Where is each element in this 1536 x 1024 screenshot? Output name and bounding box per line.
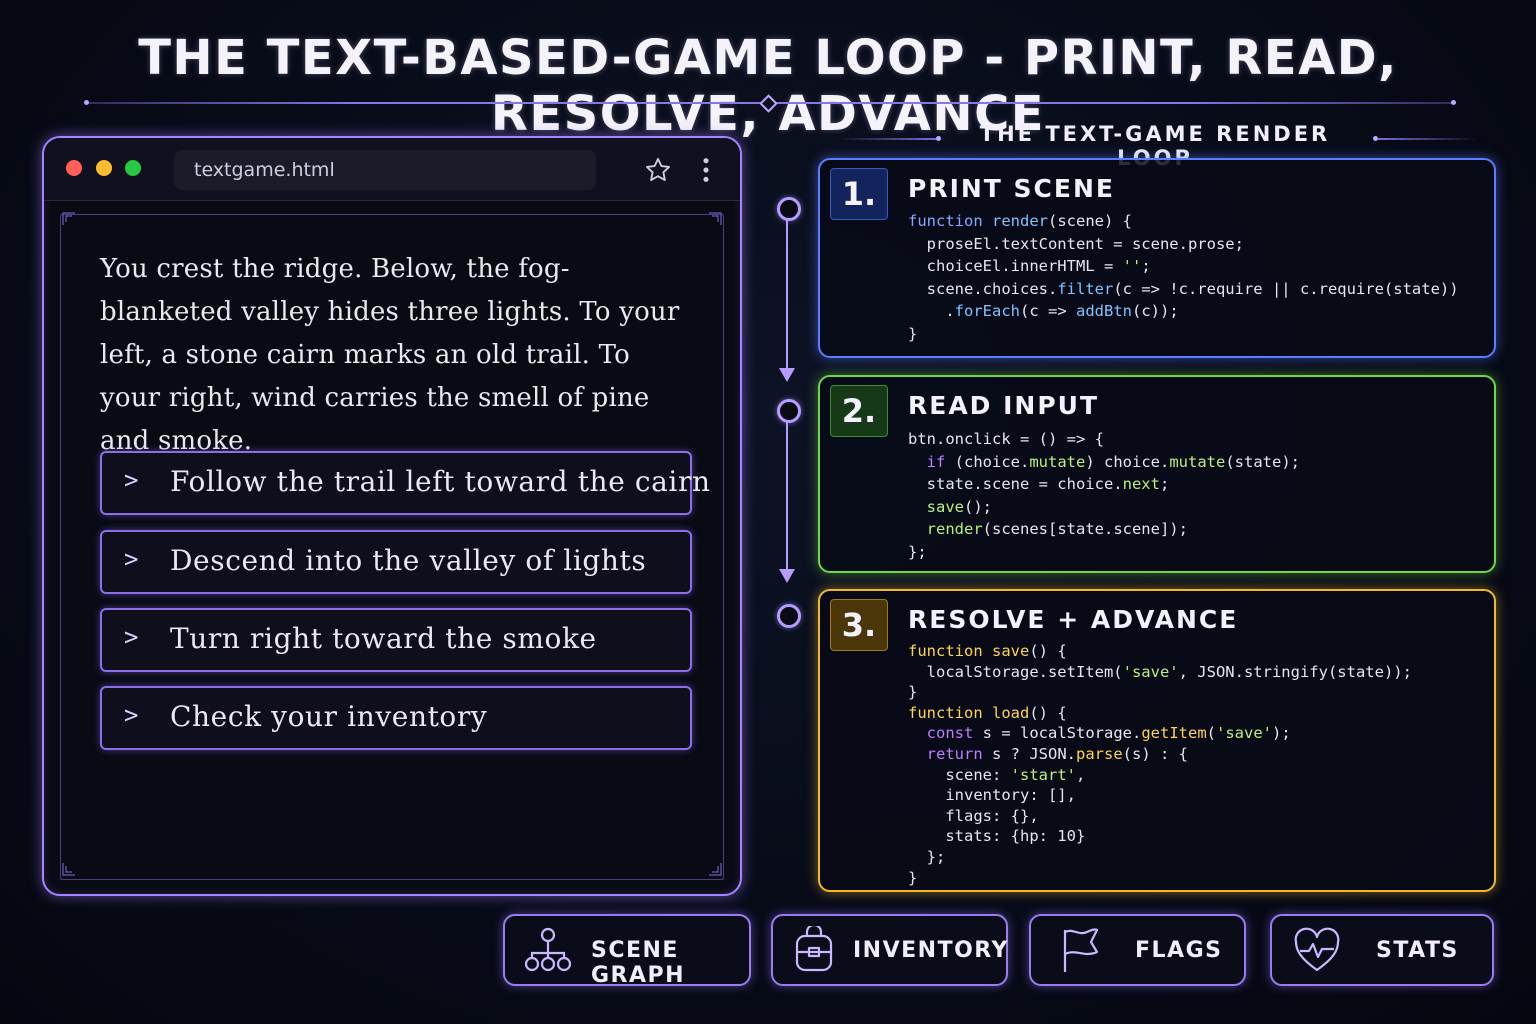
code-line: scene.choices.filter(c => !c.require || …	[908, 279, 1459, 298]
choice-caret-icon: >	[124, 623, 139, 651]
minimize-window-button[interactable]	[96, 160, 112, 176]
header-rule-right	[1378, 138, 1478, 140]
code-block: btn.onclick = () => { if (choice.mutate)…	[908, 428, 1300, 563]
choice-label: Turn right toward the smoke	[170, 622, 597, 655]
flags-button[interactable]: FLAGS	[1029, 914, 1246, 986]
choice-caret-icon: >	[124, 466, 139, 494]
backpack-icon	[795, 926, 833, 972]
code-line: }	[908, 324, 918, 343]
code-block: function render(scene) { proseEl.textCon…	[908, 210, 1459, 345]
code-line: };	[908, 847, 946, 866]
step-title: RESOLVE + ADVANCE	[908, 605, 1239, 634]
choice-caret-icon: >	[124, 545, 139, 573]
code-line: stats: {hp: 10}	[908, 827, 1086, 846]
timeline-node	[777, 399, 801, 423]
choice-button[interactable]: > Follow the trail left toward the cairn	[100, 451, 710, 515]
code-line: }	[908, 683, 918, 702]
choice-button[interactable]: > Turn right toward the smoke	[100, 608, 692, 672]
code-line: inventory: [],	[908, 786, 1076, 805]
choice-label: Follow the trail left toward the cairn	[170, 465, 711, 498]
code-line: return s ? JSON.parse(s) : {	[926, 744, 1188, 763]
flags-label: FLAGS	[1135, 938, 1223, 963]
code-line: choiceEl.innerHTML = '';	[908, 257, 1151, 275]
code-line: function load() {	[908, 703, 1067, 722]
divider-dot	[1451, 100, 1456, 105]
code-line: localStorage.setItem('save', JSON.string…	[908, 662, 1412, 681]
kebab-menu-icon[interactable]	[699, 156, 713, 184]
maximize-window-button[interactable]	[125, 160, 141, 176]
code-line: state.scene = choice.next;	[908, 475, 1170, 493]
close-window-button[interactable]	[66, 160, 82, 176]
code-line: function render(scene) {	[908, 212, 1132, 230]
code-line: };	[908, 542, 927, 561]
code-line: render(scenes[state.scene]);	[926, 520, 1188, 538]
choice-button[interactable]: > Check your inventory	[100, 686, 692, 750]
scene-graph-button[interactable]: SCENE GRAPH	[503, 914, 751, 988]
choice-caret-icon: >	[124, 701, 139, 729]
code-line: save();	[926, 497, 992, 516]
code-line: flags: {},	[908, 806, 1039, 825]
step-title: READ INPUT	[908, 391, 1100, 420]
inventory-label: INVENTORY	[853, 938, 1009, 963]
frame-corner-ornament	[62, 863, 75, 876]
stats-label: STATS	[1376, 938, 1459, 963]
step-title: PRINT SCENE	[908, 174, 1115, 203]
choice-label: Check your inventory	[170, 700, 488, 733]
frame-corner-ornament	[709, 863, 722, 876]
flag-icon	[1063, 928, 1099, 972]
code-line: .forEach(c => addBtn(c));	[908, 302, 1179, 320]
code-line: btn.onclick = () => {	[908, 430, 1104, 448]
step-number-badge: 1.	[830, 168, 888, 220]
timeline-node	[777, 604, 801, 628]
code-line: const s = localStorage.getItem('save');	[926, 724, 1291, 743]
step-number-badge: 3.	[830, 599, 888, 651]
inventory-button[interactable]: INVENTORY	[771, 914, 1008, 986]
step-number-badge: 2.	[830, 385, 888, 437]
step-card-resolve-advance: 3. RESOLVE + ADVANCE function save() { l…	[818, 589, 1496, 892]
heart-pulse-icon	[1294, 927, 1340, 972]
bookmark-star-icon[interactable]	[644, 156, 672, 184]
code-line: }	[908, 868, 918, 887]
story-prose: You crest the ridge. Below, the fog-blan…	[100, 254, 680, 456]
choice-label: Descend into the valley of lights	[170, 544, 647, 577]
choice-button[interactable]: > Descend into the valley of lights	[100, 530, 692, 594]
scene-graph-label: SCENE GRAPH	[591, 938, 686, 988]
scene-graph-icon	[524, 927, 572, 972]
stats-button[interactable]: STATS	[1270, 914, 1494, 986]
step-card-print-scene: 1. PRINT SCENE function render(scene) { …	[818, 158, 1496, 358]
browser-toolbar: textgame.html	[44, 138, 740, 201]
timeline-connector	[786, 220, 788, 370]
step-card-read-input: 2. READ INPUT btn.onclick = () => { if (…	[818, 375, 1496, 573]
address-bar[interactable]: textgame.html	[174, 150, 596, 190]
game-browser-window: textgame.html You crest the ridge. Below…	[42, 136, 742, 896]
timeline-arrow-icon	[779, 368, 795, 382]
timeline-node	[777, 197, 801, 221]
code-line: proseEl.textContent = scene.prose;	[908, 234, 1244, 253]
code-block: function save() { localStorage.setItem('…	[908, 641, 1412, 888]
header-rule-left	[838, 138, 938, 140]
code-line: scene: 'start',	[908, 765, 1086, 784]
timeline-arrow-icon	[779, 569, 795, 583]
code-line: function save() {	[908, 642, 1067, 660]
timeline-connector	[786, 422, 788, 570]
divider-dot	[84, 100, 89, 105]
code-line: if (choice.mutate) choice.mutate(state);	[926, 452, 1300, 471]
frame-corner-ornament	[62, 212, 75, 225]
frame-corner-ornament	[709, 212, 722, 225]
